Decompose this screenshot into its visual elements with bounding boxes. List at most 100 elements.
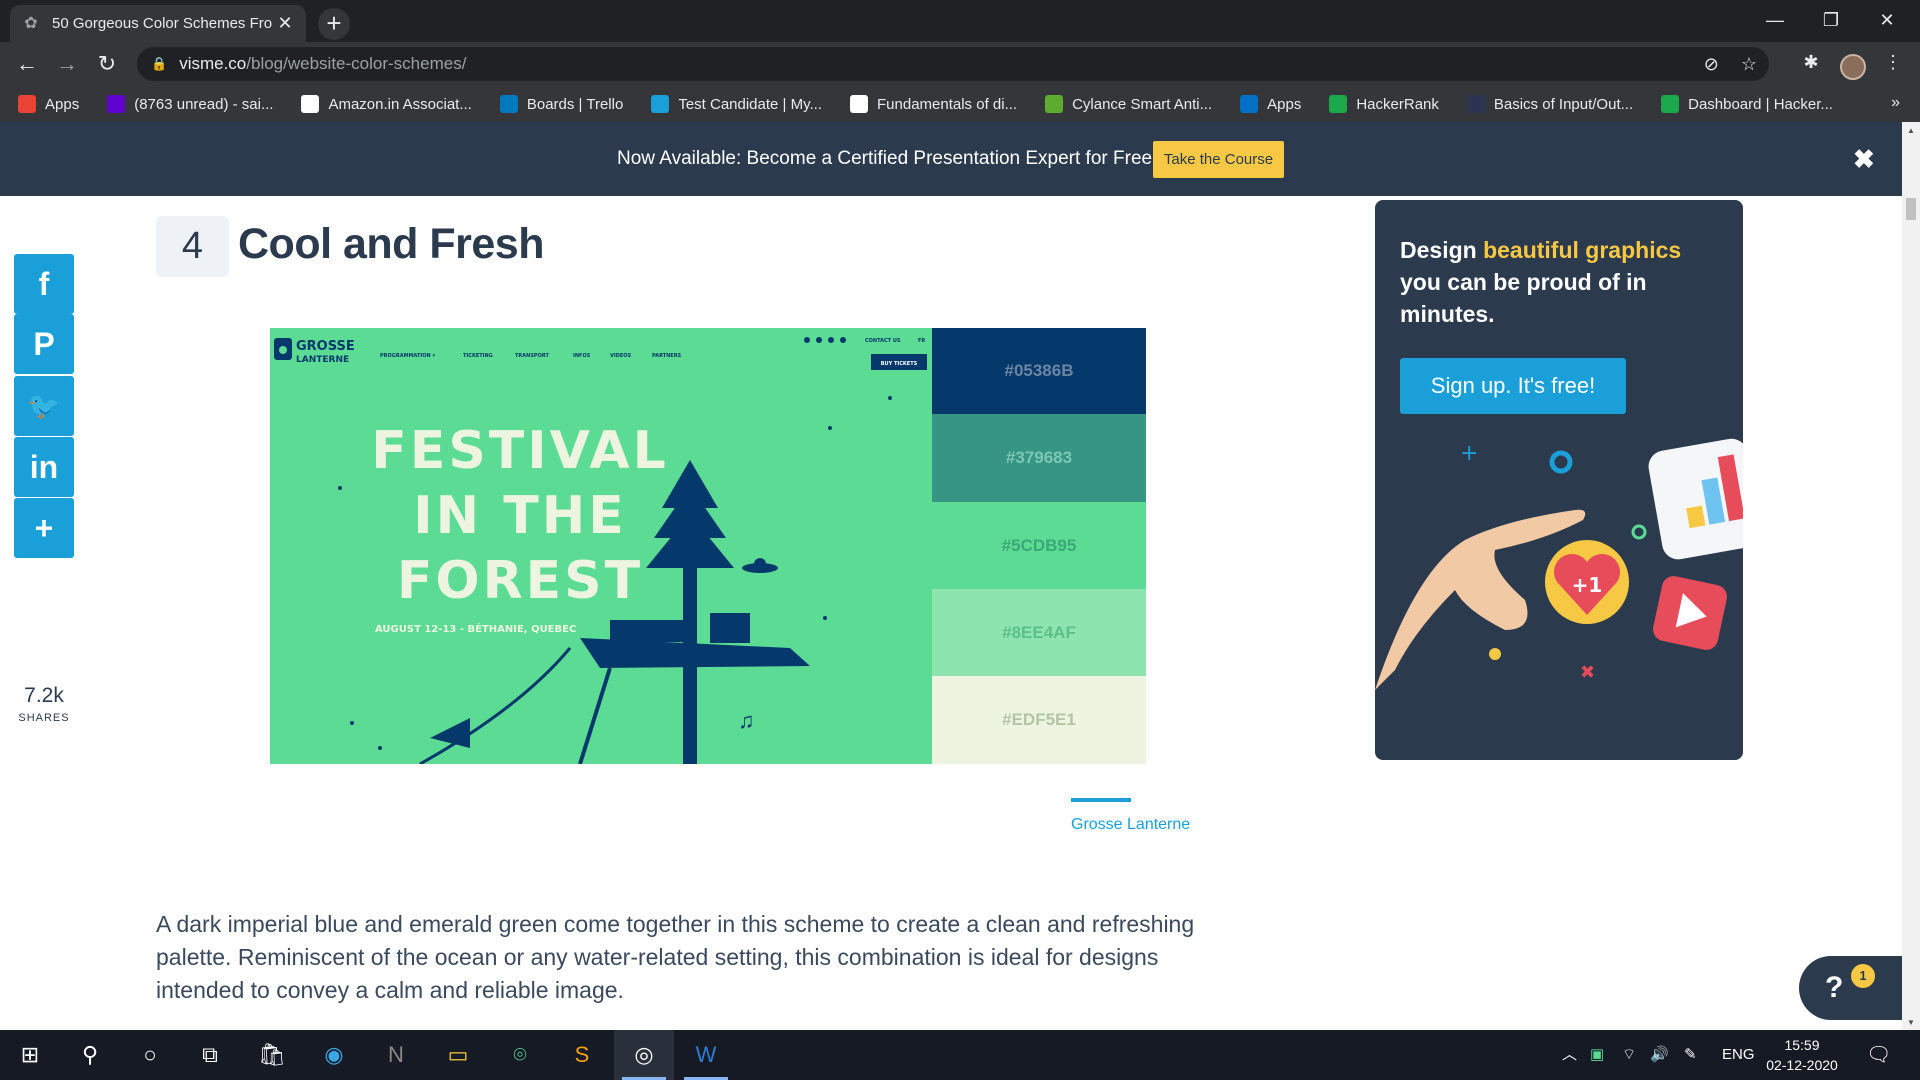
scroll-down-arrow-icon[interactable]: ▼ — [1906, 1018, 1916, 1027]
more-share-button[interactable]: + — [14, 498, 74, 558]
image-caption-link[interactable]: Grosse Lanterne — [1071, 816, 1190, 834]
cylance-icon — [1045, 95, 1064, 113]
signup-button[interactable]: Sign up. It's free! — [1400, 358, 1626, 414]
twitter-share-button[interactable]: 🐦 — [14, 376, 74, 436]
edge-icon[interactable]: ◉ — [304, 1030, 364, 1080]
tab-title: 50 Gorgeous Color Schemes Fro — [52, 15, 273, 32]
pen-icon[interactable]: ✎ — [1684, 1030, 1697, 1080]
scroll-thumb[interactable] — [1906, 198, 1916, 220]
help-notification-badge: 1 — [1851, 964, 1875, 988]
system-clock[interactable]: 15:59 02-12-2020 — [1762, 1035, 1842, 1075]
bookmark-label: Apps — [1267, 95, 1302, 113]
hero-logo-line2: LANTERNE — [296, 355, 349, 365]
hero-contact: CONTACT US — [865, 338, 901, 344]
extensions-puzzle-icon[interactable]: ✱ — [1798, 52, 1824, 73]
scroll-up-arrow-icon[interactable]: ▲ — [1906, 126, 1916, 135]
help-chat-button[interactable]: ? 1 — [1799, 956, 1902, 1020]
task-view-icon[interactable]: ⧉ — [180, 1030, 240, 1080]
bookmark-item[interactable]: Amazon.in Associat... — [301, 95, 472, 113]
minimize-button[interactable]: — — [1747, 0, 1803, 42]
language-indicator[interactable]: ENG — [1722, 1030, 1755, 1080]
reload-icon[interactable]: ↻ — [92, 50, 122, 78]
bookmark-item[interactable]: Basics of Input/Out... — [1466, 95, 1634, 113]
chrome-taskbar-icon[interactable]: ◎ — [614, 1030, 674, 1080]
help-glyph: ? — [1825, 971, 1844, 1004]
take-course-button[interactable]: Take the Course — [1153, 141, 1284, 178]
forward-arrow-icon[interactable]: → — [52, 50, 82, 78]
windows-taskbar: ⊞ ⚲ ○ ⧉ 🛍 ◉ N ▭ ⌾ S ◎ W ︿ ▣ ⌔ 🔊 ✎ ENG 15… — [0, 1030, 1920, 1080]
pinterest-share-button[interactable]: P — [14, 314, 74, 374]
bookmark-item[interactable]: Fundamentals of di... — [850, 95, 1017, 113]
play-button-icon — [1653, 576, 1727, 650]
hero-headline-3: FOREST — [397, 551, 643, 611]
wifi-icon[interactable]: ⌔ — [1622, 1030, 1636, 1080]
hackerrank-icon — [1329, 95, 1348, 113]
hero-nav-videos: VIDEOS — [610, 353, 632, 359]
restore-button[interactable]: ❐ — [1803, 0, 1859, 42]
bookmark-item[interactable]: Apps — [1240, 95, 1301, 113]
banner-close-icon[interactable]: ✖ — [1853, 122, 1875, 196]
lock-icon[interactable]: 🔒 — [151, 56, 167, 72]
active-tab[interactable]: ✿ 50 Gorgeous Color Schemes Fro ✕ — [10, 5, 306, 42]
sublime-text-icon[interactable]: S — [552, 1030, 612, 1080]
bookmark-item[interactable]: Dashboard | Hacker... — [1661, 95, 1833, 113]
word-icon[interactable]: W — [676, 1030, 736, 1080]
windows-start-icon[interactable]: ⊞ — [0, 1030, 60, 1080]
bookmark-item[interactable]: Test Candidate | My... — [651, 95, 822, 113]
file-explorer-icon[interactable]: ▭ — [428, 1030, 488, 1080]
bookmark-label: (8763 unread) - sai... — [134, 95, 274, 113]
url-host: visme.co — [179, 54, 247, 73]
intel-icon — [1240, 95, 1259, 113]
linkedin-share-button[interactable]: in — [14, 437, 74, 497]
bookmark-label: Basics of Input/Out... — [1493, 95, 1634, 113]
bookmarks-overflow-icon[interactable]: » — [1891, 94, 1900, 112]
bookmark-item[interactable]: Boards | Trello — [499, 95, 623, 113]
hackerrank-icon — [1661, 95, 1680, 113]
address-bar[interactable]: 🔒 visme.co /blog/website-color-schemes/ … — [137, 47, 1769, 81]
maps-icon[interactable]: ⌾ — [490, 1030, 550, 1080]
bookmark-item[interactable]: (8763 unread) - sai... — [107, 95, 273, 113]
notion-icon[interactable]: N — [366, 1030, 426, 1080]
cortana-icon[interactable]: ○ — [120, 1030, 180, 1080]
search-icon[interactable]: ⚲ — [60, 1030, 120, 1080]
bookmark-item[interactable]: HackerRank — [1329, 95, 1439, 113]
svg-text:+: + — [1460, 441, 1478, 466]
bookmark-item[interactable]: Cylance Smart Anti... — [1045, 95, 1212, 113]
caption-underline — [1071, 798, 1131, 802]
page-scrollbar[interactable]: ▲ ▼ — [1902, 122, 1920, 1030]
svg-text:♫: ♫ — [738, 708, 755, 733]
store-icon[interactable]: 🛍 — [242, 1030, 302, 1080]
share-count: 7.2k — [24, 684, 64, 707]
volume-icon[interactable]: 🔊 — [1650, 1030, 1669, 1080]
facebook-share-button[interactable]: f — [14, 254, 74, 314]
tray-overflow-icon[interactable]: ︿ — [1562, 1030, 1577, 1080]
bookmark-label: Dashboard | Hacker... — [1688, 95, 1833, 113]
chrome-menu-icon[interactable]: ⋮ — [1880, 52, 1906, 73]
amazon-icon — [301, 95, 320, 113]
bookmark-label: HackerRank — [1356, 95, 1439, 113]
promo-banner: Now Available: Become a Certified Presen… — [0, 122, 1902, 196]
hero-headline-1: FESTIVAL — [371, 421, 668, 481]
section-title: Cool and Fresh — [238, 220, 544, 268]
bookmark-item[interactable]: Apps — [18, 95, 79, 113]
bookmark-star-icon[interactable]: ☆ — [1741, 54, 1757, 75]
back-arrow-icon[interactable]: ← — [12, 50, 42, 78]
ad-headline-pre: Design — [1400, 237, 1484, 263]
url-path: /blog/website-color-schemes/ — [246, 54, 467, 73]
featured-website-image: GROSSE LANTERNE PROGRAMMATION ▾ TICKETIN… — [270, 328, 932, 764]
new-tab-button[interactable]: + — [318, 8, 350, 40]
color-swatch: #5CDB95 — [932, 502, 1146, 589]
bookmark-label: Apps — [45, 95, 80, 113]
clock-time: 15:59 — [1784, 1037, 1820, 1053]
tray-app-icon[interactable]: ▣ — [1590, 1030, 1604, 1080]
hackerearth-icon — [1466, 95, 1485, 113]
web-page: Now Available: Become a Certified Presen… — [0, 122, 1902, 1030]
profile-avatar[interactable] — [1840, 54, 1866, 80]
close-window-button[interactable]: ✕ — [1859, 0, 1915, 42]
close-tab-icon[interactable]: ✕ — [276, 13, 294, 34]
tracking-blocked-icon[interactable]: ⊘ — [1704, 54, 1719, 75]
google-icon — [850, 95, 868, 113]
ad-headline: Design beautiful graphics you can be pro… — [1400, 234, 1720, 330]
hero-headline-2: IN THE — [413, 486, 626, 546]
notifications-icon[interactable]: 🗨 — [1866, 1030, 1891, 1080]
